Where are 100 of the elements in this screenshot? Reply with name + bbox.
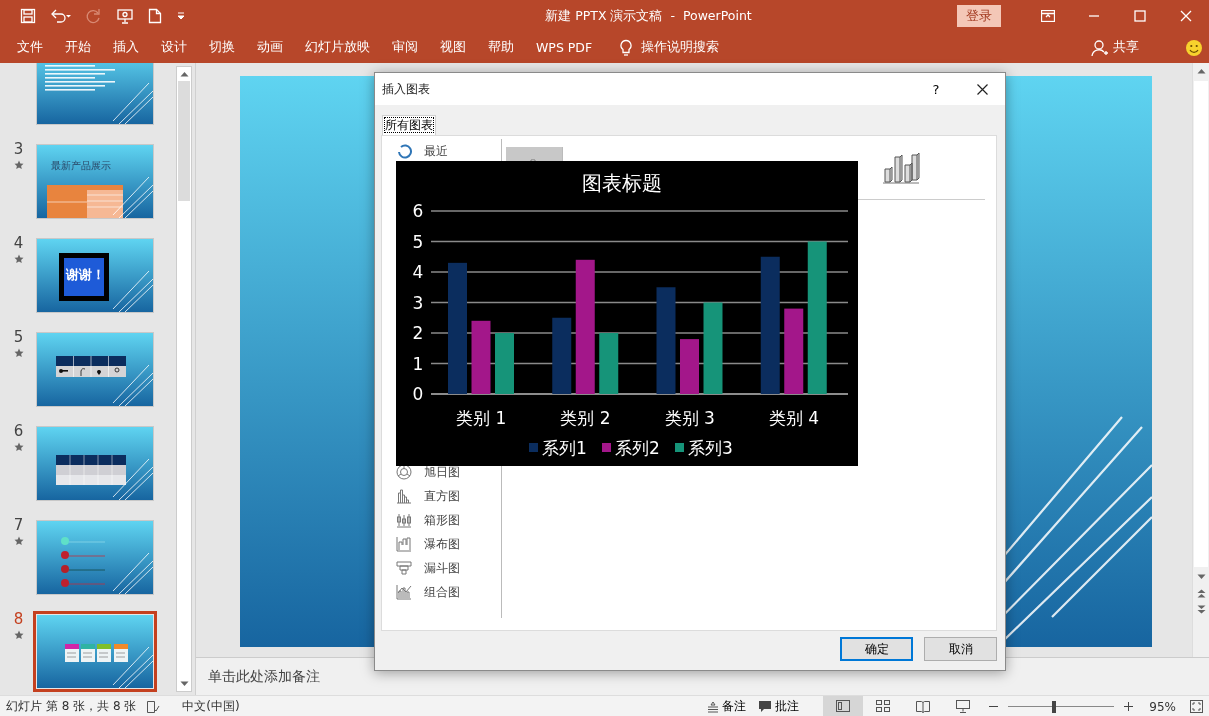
close-icon [976,83,988,95]
chart-type-item[interactable]: 组合图 [396,580,501,604]
show-view-icon [955,699,972,714]
scrollbar[interactable] [176,66,192,692]
notes-placeholder[interactable]: 单击此处添加备注 [208,667,320,686]
legend-label: 系列3 [688,438,733,458]
y-tick-label: 6 [412,201,424,221]
y-tick-label: 1 [412,353,424,374]
caret-icon [176,11,186,21]
ribbon-tab[interactable]: 动画 [246,39,294,56]
share-button[interactable]: 共享 [1085,37,1145,58]
slide-thumbnail[interactable] [37,521,153,594]
category-label: 类别 1 [456,408,507,428]
waterfall-chart-icon [396,536,412,552]
category-label: 类别 4 [768,408,819,428]
chart-type-item[interactable]: 直方图 [396,484,501,508]
scrollbar-thumb[interactable] [178,81,190,201]
scroll-down-icon [179,681,189,687]
legend-label: 系列1 [542,438,587,458]
recent-chart-icon [396,143,412,159]
chart-type-item[interactable]: 漏斗图 [396,556,501,580]
language-indicator[interactable]: 中文(中国) [170,698,240,715]
slide-thumbnail[interactable]: 谢谢！ [37,239,153,312]
slide-number: 3 [13,140,24,158]
star-icon [13,254,24,264]
star-icon [13,160,24,170]
scrollbar[interactable] [1192,63,1209,657]
box-chart-icon [396,512,412,528]
ok-button[interactable]: 确定 [840,637,913,661]
smiley-icon [1185,38,1203,57]
legend-swatch [602,443,611,452]
slide-number: 5 [13,328,24,346]
legend-swatch [529,443,538,452]
zoom-level[interactable]: 95% [1139,699,1184,714]
y-tick-label: 4 [412,262,424,282]
y-tick-label: 5 [412,231,424,252]
chart-type-item[interactable]: 最近 [396,139,501,163]
cancel-button[interactable]: 取消 [924,637,997,661]
plus-icon [1124,702,1134,711]
chart-type-item[interactable]: 瀑布图 [396,532,501,556]
ribbon-tab[interactable]: 幻灯片放映 [294,39,381,56]
star-icon [13,348,24,358]
ribbon-tab[interactable]: 插入 [102,39,150,56]
undo-button[interactable] [50,8,72,24]
ribbon-tab[interactable]: 审阅 [381,39,429,56]
ribbon-tab[interactable]: 视图 [429,39,477,56]
ribbon-tab[interactable]: WPS PDF [525,40,604,55]
present-button[interactable] [116,8,134,24]
comments-button[interactable]: 批注 [752,698,806,715]
notes-button[interactable]: 备注 [701,698,753,715]
save-button[interactable] [20,8,36,24]
customize-button[interactable] [176,11,186,21]
legend-label: 系列2 [615,438,660,458]
chart-type-item[interactable]: 箱形图 [396,508,501,532]
zoom-slider-thumb[interactable] [1051,700,1056,713]
star-icon [13,442,24,452]
new-button[interactable] [148,8,162,24]
login-button[interactable]: 登录 [957,5,1001,27]
close-icon [1180,10,1192,22]
feedback-button[interactable] [1185,38,1203,57]
projector-screen-icon [116,8,134,24]
help-button[interactable]: ? [913,74,959,104]
histogram-chart-icon [396,488,412,504]
funnel-chart-icon [396,560,412,576]
slide-number: 7 [13,516,24,534]
dialog-tab[interactable]: 所有图表 [382,115,436,135]
redo-icon [86,8,102,24]
accessibility-check-icon [146,699,161,714]
tell-me-search[interactable]: 操作说明搜索 [613,37,726,58]
undo-icon [50,8,72,24]
ribbon-tab[interactable]: 文件 [6,39,54,56]
notes-icon [707,700,720,713]
chart-title: 图表标题 [582,171,662,195]
bar [495,333,514,394]
ribbon-tab[interactable]: 设计 [150,39,198,56]
slide-number: 8 [13,610,24,628]
slide-thumbnail[interactable]: 最新产品展示 [37,145,153,218]
3d-bar-chart-icon [881,151,921,187]
fit-window-icon [1190,700,1203,713]
normal-view-button[interactable] [823,696,864,716]
bar [599,333,619,394]
ribbon-tab[interactable]: 帮助 [477,39,525,56]
slide-number: 4 [13,234,24,252]
category-label: 类别 2 [560,408,611,428]
zoom-slider[interactable] [1008,700,1115,713]
next-slide-icon [1196,604,1206,614]
slide-thumbnail[interactable] [37,427,153,500]
scroll-up-icon [179,71,189,77]
ribbon-tab[interactable]: 切换 [198,39,246,56]
slide-number: 6 [13,422,24,440]
person-add-icon [1091,38,1109,57]
ribbon-tab[interactable]: 开始 [54,39,102,56]
previous-slide-icon [1196,588,1206,598]
star-icon [13,536,24,546]
scroll-up-icon [1196,68,1206,74]
slide-thumbnail[interactable] [37,333,153,406]
slide-counter: 幻灯片 第 8 张，共 8 张 [6,698,137,715]
document-icon [148,8,162,24]
y-tick-label: 2 [412,323,424,343]
slide-thumbnail[interactable] [37,63,153,124]
